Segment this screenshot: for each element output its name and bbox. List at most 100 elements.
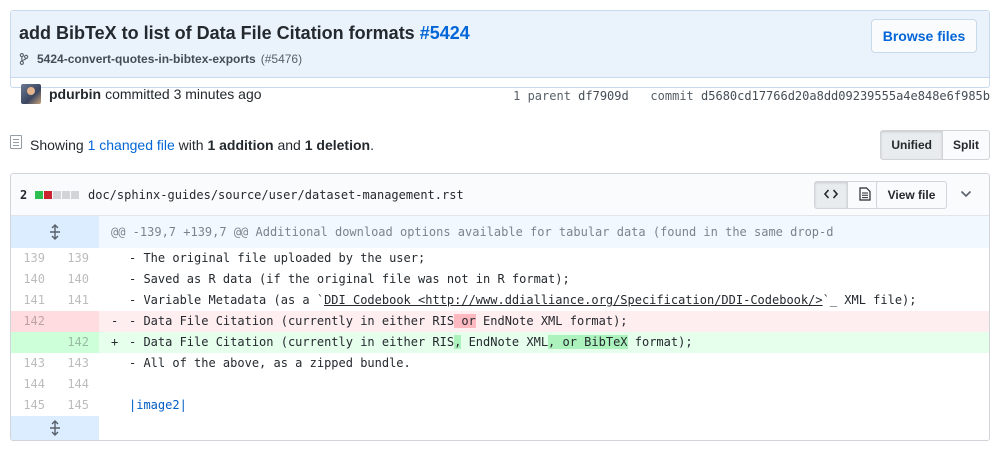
expand-row	[11, 416, 989, 440]
browse-files-button[interactable]: Browse files	[871, 19, 977, 53]
diff-line-ctx: 145 145 |image2|	[11, 395, 989, 416]
diff-line-add: 142 + - Data File Citation (currently in e…	[11, 332, 989, 353]
parent-label: 1 parent	[513, 89, 571, 103]
change-count: 2	[20, 188, 28, 202]
new-line-number	[55, 311, 99, 332]
file-diff-icon	[10, 135, 22, 149]
file-header: 2 doc/sphinx-guides/source/user/dataset-…	[11, 174, 989, 216]
old-line-number: 145	[23, 398, 45, 412]
old-line-number: 141	[23, 293, 45, 307]
diff-marker: +	[111, 335, 119, 349]
additions-count: 1 addition	[207, 137, 274, 153]
issue-link[interactable]: #5424	[420, 23, 470, 43]
hunk-header: @@ -139,7 +139,7 @@ Additional download …	[99, 216, 989, 248]
file-path[interactable]: doc/sphinx-guides/source/user/dataset-ma…	[88, 188, 464, 202]
changed-files-link[interactable]: 1 changed file	[88, 137, 175, 153]
line-content	[99, 374, 989, 395]
branch-name-link[interactable]: 5424-convert-quotes-in-bibtex-exports	[37, 52, 256, 66]
old-line-number: 140	[23, 272, 45, 286]
line-content: - All of the above, as a zipped bundle.	[99, 353, 989, 374]
diffstat-block-neu	[62, 191, 70, 199]
code-text: - All of the above, as a zipped bundle.	[129, 356, 411, 370]
old-line-number: 143	[23, 356, 45, 370]
code-text: |image2|	[129, 398, 187, 412]
unified-view-button[interactable]: Unified	[880, 130, 943, 160]
code-text: EndNote XML format);	[475, 314, 628, 328]
expand-row-blank	[99, 416, 989, 440]
author-row: pdurbin committed 3 minutes ago	[21, 84, 262, 104]
diff-line-del: 142 - - Data File Citation (currently in e…	[11, 311, 989, 332]
diffstat-block-neu	[53, 191, 61, 199]
display-toggle	[814, 181, 882, 209]
hunk-header-row: @@ -139,7 +139,7 @@ Additional download …	[11, 216, 989, 248]
diffstat-block-del	[44, 191, 52, 199]
commit-title-area: add BibTeX to list of Data File Citation…	[11, 11, 989, 78]
view-file-button[interactable]: View file	[876, 181, 947, 209]
diff-view-toggle: Unified Split	[880, 130, 990, 160]
code-link: DDI Codebook <http://www.ddialliance.org…	[324, 293, 823, 307]
avatar[interactable]	[21, 84, 41, 104]
diff-summary: Showing 1 changed file with 1 addition a…	[30, 137, 374, 153]
diff-table: @@ -139,7 +139,7 @@ Additional download …	[11, 216, 989, 440]
commit-time: committed 3 minutes ago	[105, 86, 262, 102]
new-line-number: 142	[55, 332, 99, 353]
deleted-word: or	[454, 314, 476, 328]
commit-sha-area: 1 parent df7909d commit d5680cd17766d20a…	[513, 89, 990, 103]
git-branch-icon	[19, 53, 31, 65]
code-text: EndNote XML	[461, 335, 549, 349]
expand-down-icon[interactable]	[11, 416, 99, 440]
line-content: - The original file uploaded by the user…	[99, 248, 989, 269]
new-line-number: 145	[67, 398, 89, 412]
commit-label: commit	[650, 89, 694, 103]
diffstat-block-neu	[71, 191, 79, 199]
old-line-number: 142	[11, 311, 55, 332]
summary-and: and	[277, 137, 301, 153]
code-text: - Variable Metadata (as a `	[129, 293, 325, 307]
code-text: - Data File Citation (currently in eithe…	[129, 335, 455, 349]
branch-line: 5424-convert-quotes-in-bibtex-exports (#…	[19, 52, 302, 66]
new-line-number: 144	[67, 377, 89, 391]
new-line-number: 140	[67, 272, 89, 286]
new-line-number: 139	[67, 251, 89, 265]
source-diff-button[interactable]	[814, 181, 848, 209]
diffstat-bar	[35, 191, 79, 199]
summary-suffix: .	[370, 137, 374, 153]
new-line-number: 143	[67, 356, 89, 370]
code-text: - The original file uploaded by the user…	[129, 251, 426, 265]
line-content: -- Data File Citation (currently in eith…	[99, 311, 989, 332]
old-line-number: 144	[23, 377, 45, 391]
line-content: - Variable Metadata (as a `DDI Codebook …	[99, 290, 989, 311]
chevron-down-icon[interactable]	[958, 186, 974, 202]
code-text: `_ XML file);	[822, 293, 917, 307]
parent-sha-link[interactable]: df7909d	[578, 89, 629, 103]
diff-line-ctx: 140 140 - Saved as R data (if the original…	[11, 269, 989, 290]
added-word: , or BibTeX	[548, 335, 628, 349]
file-diff: 2 doc/sphinx-guides/source/user/dataset-…	[10, 173, 990, 441]
author-link[interactable]: pdurbin	[49, 86, 101, 102]
code-text: format);	[627, 335, 693, 349]
old-line-number	[11, 332, 55, 353]
line-content: + - Data File Citation (currently in eith…	[99, 332, 989, 353]
file-icon	[858, 186, 871, 204]
line-content: |image2|	[99, 395, 989, 416]
diffstat-block-add	[35, 191, 43, 199]
expand-up-icon[interactable]	[11, 216, 99, 248]
code-text: - Saved as R data (if the original file …	[129, 272, 570, 286]
commit-sha: d5680cd17766d20a8dd09239555a4e848e6f985b	[701, 89, 990, 103]
branch-pr-link[interactable]: (#5476)	[261, 52, 302, 66]
commit-message: add BibTeX to list of Data File Citation…	[19, 23, 415, 43]
diff-line-ctx: 139 139 - The original file uploaded by th…	[11, 248, 989, 269]
diff-line-ctx: 144 144	[11, 374, 989, 395]
deletions-count: 1 deletion	[304, 137, 371, 153]
summary-prefix: Showing	[30, 137, 84, 153]
summary-with: with	[178, 137, 204, 153]
diff-line-ctx: 141 141 - Variable Metadata (as a `DDI Cod…	[11, 290, 989, 311]
files-summary-row: Showing 1 changed file with 1 addition a…	[10, 130, 990, 160]
code-icon	[823, 188, 839, 202]
diff-marker: -	[111, 314, 119, 328]
commit-title: add BibTeX to list of Data File Citation…	[19, 23, 470, 44]
line-content: - Saved as R data (if the original file …	[99, 269, 989, 290]
split-view-button[interactable]: Split	[943, 130, 990, 160]
commit-header: add BibTeX to list of Data File Citation…	[10, 10, 990, 104]
code-text: - Data File Citation (currently in eithe…	[129, 314, 455, 328]
